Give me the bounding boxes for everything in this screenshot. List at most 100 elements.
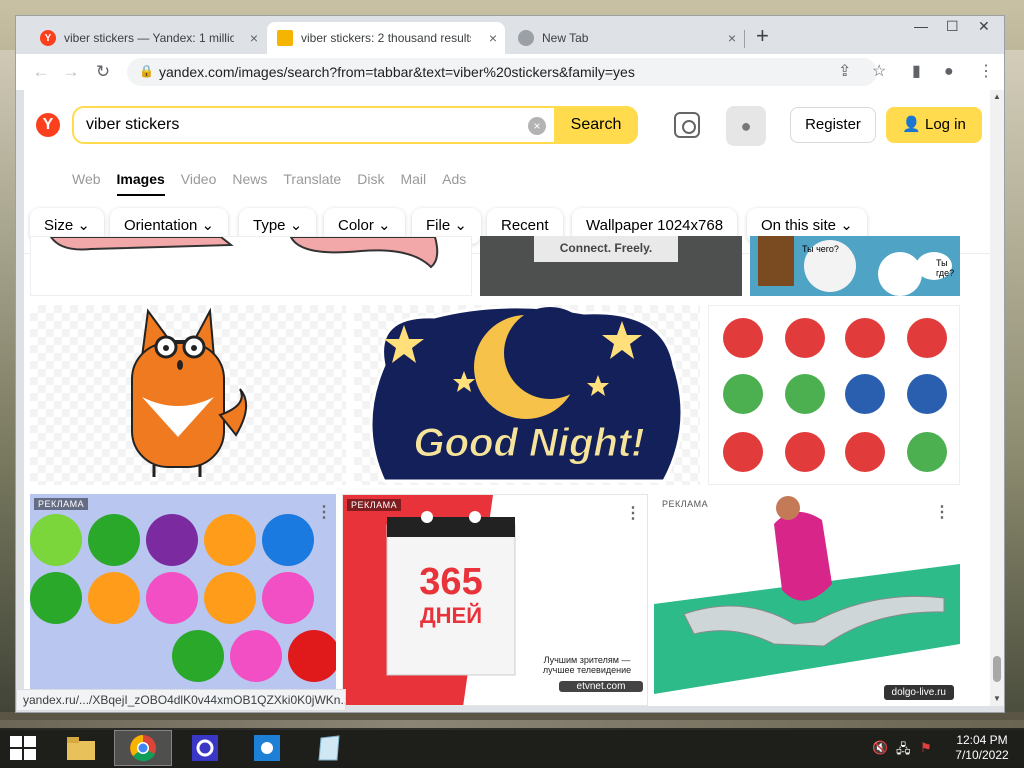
calendar-brand: etvnet.com [559, 681, 643, 692]
image-result-cartoon-arms[interactable] [30, 236, 472, 296]
yandex-logo[interactable]: Y [36, 113, 60, 137]
lock-icon: 🔒 [139, 64, 154, 78]
windows-logo-icon [24, 736, 36, 747]
desktop-edge-left [0, 50, 16, 720]
tab-separator [744, 30, 745, 48]
scrollbar-thumb[interactable] [993, 656, 1001, 682]
scroll-up-icon[interactable]: ▲ [993, 92, 1001, 101]
chevron-down-icon: ⌄ [201, 217, 215, 234]
more-options-icon[interactable]: ⋮ [316, 502, 332, 522]
register-button[interactable]: Register [790, 107, 876, 143]
start-button[interactable] [10, 736, 36, 760]
volume-muted-icon[interactable]: 🔇 [872, 740, 888, 756]
tab-close-icon[interactable]: × [489, 30, 497, 46]
chevron-down-icon: ⌄ [454, 217, 467, 234]
service-ads[interactable]: Ads [442, 171, 466, 196]
login-label: Log in [924, 116, 966, 133]
service-nav: Web Images Video News Translate Disk Mai… [72, 171, 482, 196]
tab-new-tab[interactable]: New Tab × [508, 22, 744, 54]
tab-images-active[interactable]: viber stickers: 2 thousand results × [267, 22, 505, 54]
calendar-number: 365 [419, 561, 483, 603]
alert-icon[interactable]: ⚑ [920, 740, 932, 756]
clock-date: 7/10/2022 [955, 748, 1009, 762]
minimize-button[interactable]: — [914, 18, 928, 34]
tab-close-icon[interactable]: × [728, 30, 736, 46]
taskbar-notepad[interactable] [300, 730, 358, 766]
cartoon-arms-image [49, 237, 439, 269]
calendar-caption: Лучшим зрителям — лучшее телевидение [542, 655, 632, 675]
windows-logo-icon [10, 749, 22, 760]
clear-search-icon[interactable]: × [528, 117, 546, 135]
yandex-favicon-icon: Y [40, 30, 56, 46]
filter-label: Type [253, 217, 286, 234]
filter-label: Color [338, 217, 374, 234]
ad-bubble-game[interactable]: РЕКЛАМА ⋮ [30, 494, 336, 706]
login-button[interactable]: 👤 Log in [886, 107, 982, 143]
taskbar-brightness[interactable] [238, 730, 296, 766]
alice-bear-icon[interactable]: ● [726, 106, 766, 146]
browser-menu-icon[interactable]: ⋮ [978, 62, 994, 82]
taskbar-settings[interactable] [176, 730, 234, 766]
back-button[interactable]: ← [30, 61, 52, 83]
service-images[interactable]: Images [117, 171, 165, 196]
image-result-bear-sticker[interactable]: Ты чего? Ты где? [750, 236, 960, 296]
service-translate[interactable]: Translate [283, 171, 341, 196]
gear-icon [192, 735, 218, 761]
share-icon[interactable]: ⇪ [838, 62, 851, 82]
reload-button[interactable]: ↻ [92, 61, 114, 83]
image-result-viber-sign[interactable]: Connect. Freely. [480, 236, 742, 296]
chrome-favicon-icon [518, 30, 534, 46]
speech-bubble-text: Ты где? [936, 258, 955, 278]
service-disk[interactable]: Disk [357, 171, 384, 196]
close-window-button[interactable]: ✕ [978, 18, 990, 35]
tab-strip: Y viber stickers — Yandex: 1 million × v… [16, 16, 1004, 54]
image-search-camera-icon[interactable] [674, 112, 700, 138]
taskbar-chrome[interactable] [114, 730, 172, 766]
address-url: yandex.com/images/search?from=tabbar&tex… [159, 64, 635, 80]
bookmark-star-icon[interactable]: ☆ [872, 62, 886, 82]
filter-label: Size [44, 217, 74, 234]
image-result-fox-sticker[interactable] [30, 305, 346, 485]
new-tab-button[interactable]: + [756, 25, 769, 47]
service-web[interactable]: Web [72, 171, 101, 196]
folder-icon [67, 737, 95, 760]
chevron-down-icon: ⌄ [289, 217, 303, 234]
bubble-game-image [30, 514, 336, 682]
forward-button[interactable]: → [60, 61, 82, 83]
search-button[interactable]: Search [554, 106, 638, 144]
filter-label: On this site [761, 217, 837, 234]
image-favicon-icon [277, 30, 293, 46]
maximize-button[interactable]: ☐ [946, 18, 959, 35]
taskbar-file-explorer[interactable] [52, 730, 110, 766]
chevron-down-icon: ⌄ [378, 217, 391, 234]
ad-label: РЕКЛАМА [347, 499, 402, 511]
bear-sticker-image [758, 236, 952, 296]
side-panel-icon[interactable]: ▮ [912, 62, 921, 82]
network-icon[interactable]: 🖧 [896, 740, 911, 762]
tab-close-icon[interactable]: × [250, 30, 258, 46]
system-clock[interactable]: 12:04 PM 7/10/2022 [952, 733, 1012, 763]
ad-365-days[interactable]: РЕКЛАМА ⋮ 365 ДНЕЙ Лучшим зрителям — луч… [342, 494, 648, 706]
search-input[interactable]: viber stickers [86, 116, 179, 134]
image-result-sticker-pack[interactable] [708, 305, 960, 485]
chrome-icon [130, 735, 156, 762]
chevron-down-icon: ⌄ [77, 217, 90, 234]
filter-label: Wallpaper 1024x768 [586, 217, 724, 234]
browser-toolbar: ← → ↻ 🔒 yandex.com/images/search?from=ta… [16, 54, 1004, 90]
scroll-down-icon[interactable]: ▼ [993, 694, 1001, 703]
more-options-icon[interactable]: ⋮ [934, 502, 950, 522]
service-news[interactable]: News [232, 171, 267, 196]
user-icon: 👤 [902, 116, 921, 133]
service-mail[interactable]: Mail [400, 171, 426, 196]
profile-icon[interactable]: ● [944, 62, 954, 82]
desktop-edge-right [1004, 50, 1024, 720]
yandex-images-page: Y viber stickers × Search ● Register 👤 L… [24, 90, 990, 706]
tab-yandex-search[interactable]: Y viber stickers — Yandex: 1 million × [30, 22, 266, 54]
search-box[interactable]: viber stickers × Search [72, 106, 638, 144]
more-options-icon[interactable]: ⋮ [625, 503, 641, 523]
address-bar[interactable]: 🔒 yandex.com/images/search?from=tabbar&t… [127, 58, 877, 86]
image-result-good-night[interactable]: Good Night! [354, 305, 700, 485]
ad-fitness[interactable]: РЕКЛАМА ⋮ dolgo-live.ru [654, 494, 960, 706]
page-scrollbar[interactable]: ▲ ▼ [990, 90, 1004, 706]
service-video[interactable]: Video [181, 171, 217, 196]
